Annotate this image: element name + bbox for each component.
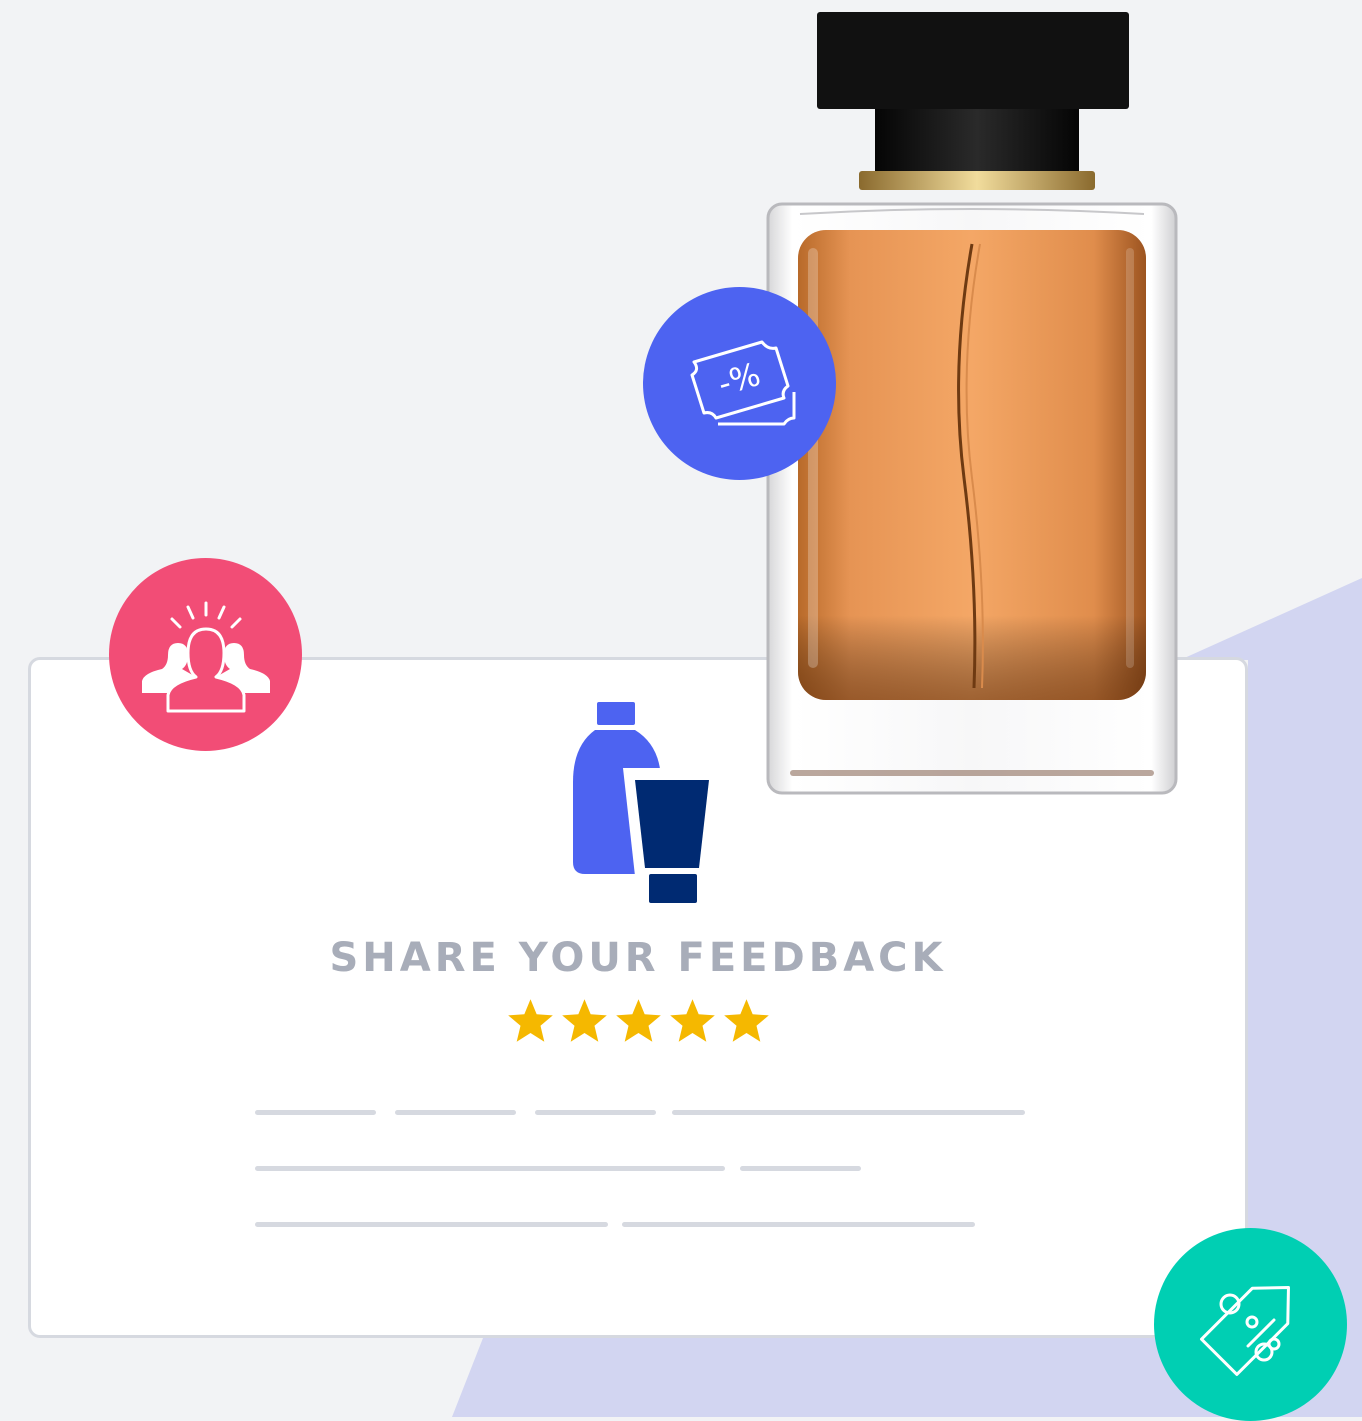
discount-coupon-icon: -% — [690, 340, 795, 425]
user-group-icon — [141, 601, 270, 712]
star-icon[interactable] — [559, 996, 610, 1047]
text-placeholder-line — [255, 1222, 608, 1227]
percent-tag-icon — [1199, 1285, 1290, 1376]
percent-tag-badge — [1154, 1228, 1347, 1421]
svg-text:-%: -% — [713, 355, 764, 403]
text-placeholder-line — [740, 1166, 861, 1171]
text-placeholder-line — [535, 1110, 656, 1115]
text-placeholder-line — [622, 1222, 975, 1227]
star-rating[interactable] — [31, 996, 1245, 1047]
discount-badge: -% — [643, 287, 836, 480]
text-placeholder-line — [395, 1110, 516, 1115]
feedback-title: SHARE YOUR FEEDBACK — [329, 935, 947, 981]
star-icon[interactable] — [667, 996, 718, 1047]
text-placeholder-line — [672, 1110, 1025, 1115]
community-badge — [109, 558, 302, 751]
text-placeholder-line — [255, 1166, 725, 1171]
text-placeholder-line — [255, 1110, 376, 1115]
star-icon[interactable] — [505, 996, 556, 1047]
star-icon[interactable] — [613, 996, 664, 1047]
star-icon[interactable] — [721, 996, 772, 1047]
bottle-and-tube-icon — [573, 702, 713, 903]
